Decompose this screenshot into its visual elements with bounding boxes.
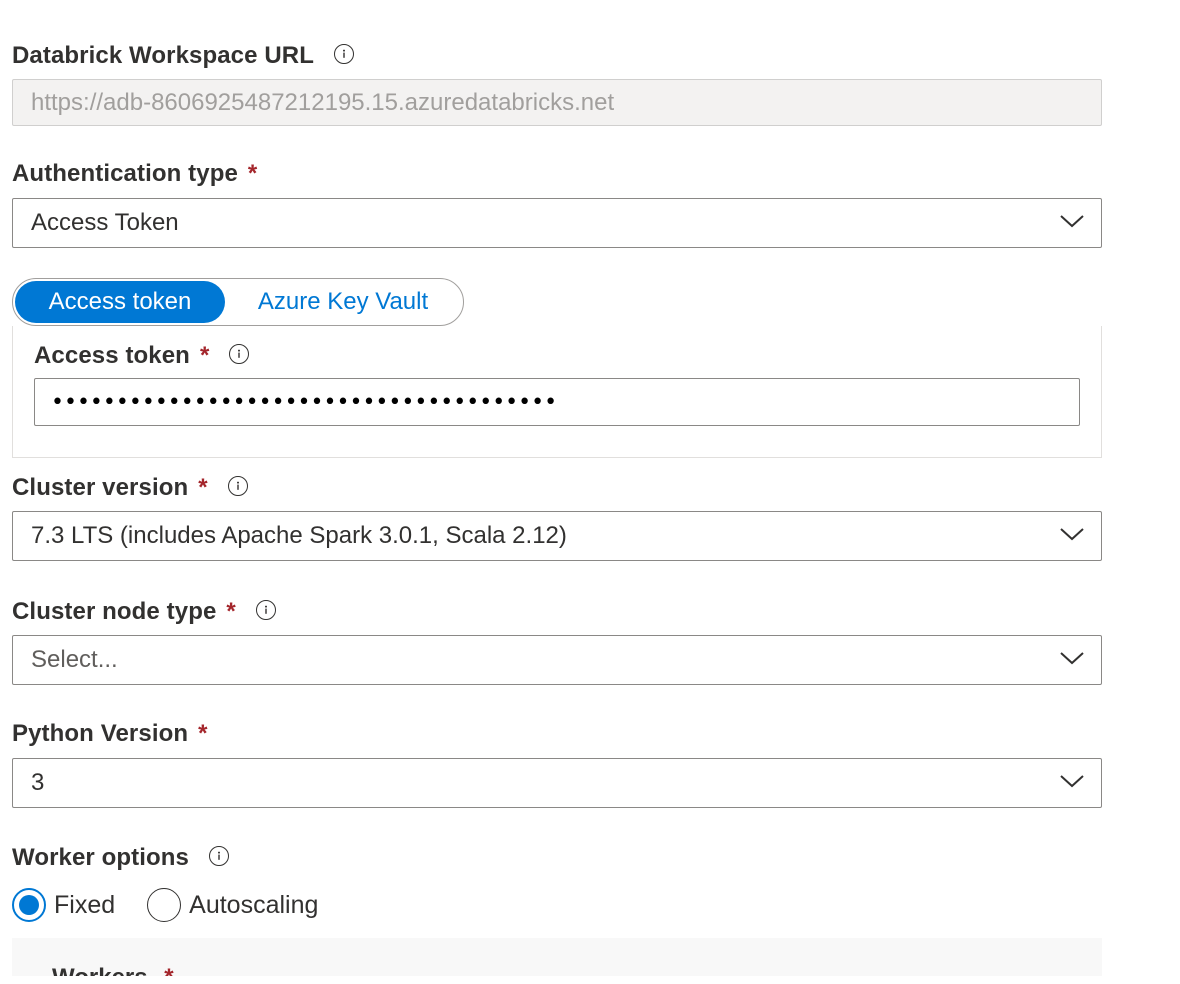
credential-source-toggle: Access token Azure Key Vault: [12, 278, 464, 326]
worker-options-label-text: Worker options: [12, 844, 189, 871]
workspace-url-value: https://adb-8606925487212195.15.azuredat…: [31, 88, 615, 116]
cluster-version-dropdown[interactable]: 7.3 LTS (includes Apache Spark 3.0.1, Sc…: [12, 511, 1102, 561]
required-mark: *: [198, 474, 208, 501]
radio-autoscaling[interactable]: Autoscaling: [147, 888, 318, 922]
chevron-down-icon: [1060, 652, 1084, 665]
cluster-version-label: Cluster version *: [12, 474, 248, 502]
radio-autoscaling-label: Autoscaling: [189, 890, 319, 919]
required-mark: *: [164, 964, 173, 976]
chevron-down-icon: [1060, 215, 1084, 228]
info-icon[interactable]: [227, 476, 248, 496]
workspace-url-label: Databrick Workspace URL: [12, 42, 354, 70]
info-icon[interactable]: [255, 600, 276, 620]
auth-type-dropdown[interactable]: Access Token: [12, 198, 1102, 248]
required-mark: *: [198, 720, 208, 747]
python-version-dropdown[interactable]: 3: [12, 758, 1102, 808]
required-mark: *: [247, 160, 258, 187]
auth-type-label: Authentication type *: [12, 160, 257, 188]
toggle-option-access-token[interactable]: Access token: [15, 281, 225, 323]
toggle-option-azure-key-vault[interactable]: Azure Key Vault: [225, 281, 461, 323]
access-token-label: Access token *: [34, 342, 250, 370]
python-version-label: Python Version *: [12, 720, 208, 748]
required-mark: *: [199, 342, 210, 369]
radio-fixed[interactable]: Fixed: [12, 888, 115, 922]
cluster-node-type-dropdown[interactable]: Select...: [12, 635, 1102, 685]
radio-autoscaling-circle[interactable]: [147, 888, 182, 922]
chevron-down-icon: [1060, 775, 1084, 788]
info-icon[interactable]: [208, 846, 229, 866]
cluster-node-type-label: Cluster node type *: [12, 598, 276, 626]
auth-type-label-text: Authentication type: [12, 160, 238, 187]
access-token-input[interactable]: •••••••••••••••••••••••••••••••••••••••: [34, 378, 1080, 426]
workers-label-text: Workers: [52, 964, 148, 976]
radio-fixed-label: Fixed: [54, 890, 116, 919]
workers-label: Workers *: [52, 964, 174, 976]
cluster-version-label-text: Cluster version: [12, 474, 189, 501]
access-token-masked-value: •••••••••••••••••••••••••••••••••••••••: [51, 389, 558, 415]
workers-panel: Workers *: [12, 938, 1102, 976]
radio-fixed-circle[interactable]: [12, 888, 46, 922]
info-icon[interactable]: [333, 44, 354, 64]
workspace-url-label-text: Databrick Workspace URL: [12, 42, 314, 69]
access-token-label-text: Access token: [34, 342, 190, 369]
cluster-node-type-placeholder: Select...: [31, 646, 118, 673]
required-mark: *: [226, 598, 236, 625]
python-version-label-text: Python Version: [12, 720, 189, 747]
cluster-node-type-label-text: Cluster node type: [12, 598, 217, 625]
chevron-down-icon: [1060, 528, 1084, 541]
worker-options-label: Worker options: [12, 844, 229, 872]
python-version-value: 3: [31, 769, 45, 796]
info-icon[interactable]: [229, 344, 250, 364]
worker-options-radio-group: Fixed Autoscaling: [12, 888, 318, 922]
auth-type-value: Access Token: [31, 209, 179, 236]
workspace-url-field: https://adb-8606925487212195.15.azuredat…: [12, 79, 1102, 126]
cluster-version-value: 7.3 LTS (includes Apache Spark 3.0.1, Sc…: [31, 522, 567, 549]
